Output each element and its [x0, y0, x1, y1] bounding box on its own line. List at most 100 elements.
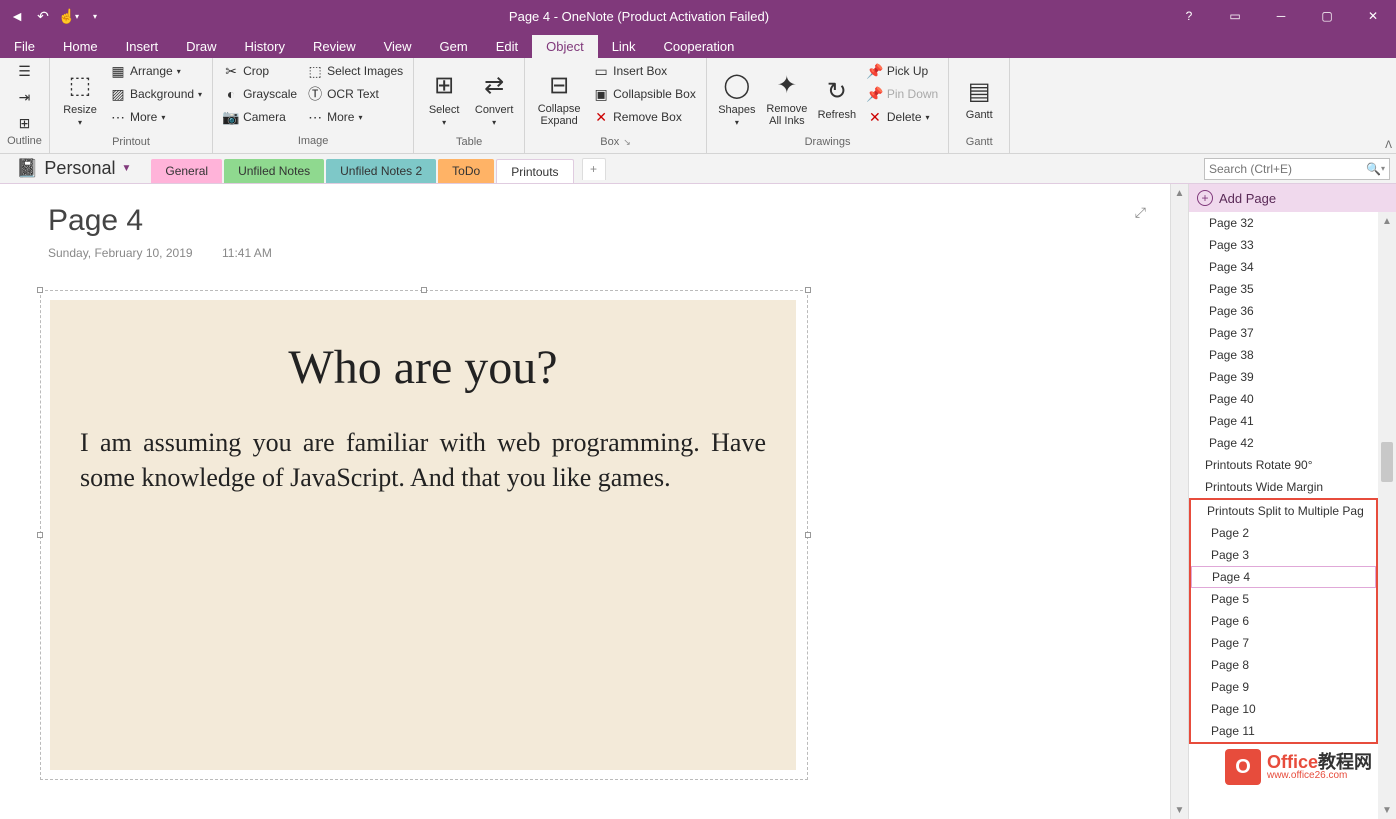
menutab-file[interactable]: File [0, 35, 49, 58]
page-title[interactable]: Page 4 [48, 204, 143, 238]
collapse-expand-button[interactable]: ⊟Collapse Expand [531, 60, 587, 136]
page-item[interactable]: Page 10 [1191, 698, 1376, 720]
search-input[interactable] [1209, 162, 1366, 176]
menutab-gem[interactable]: Gem [426, 35, 482, 58]
page-item[interactable]: Page 35 [1189, 278, 1396, 300]
image-more-button[interactable]: ⋯More ▾ [303, 106, 407, 128]
box-launcher[interactable]: ↘ [623, 137, 631, 147]
title-bar: ◄ ↶ ☝▾ ▾ Page 4 - OneNote (Product Activ… [0, 0, 1396, 32]
menutab-history[interactable]: History [231, 35, 299, 58]
scroll-up[interactable]: ▲ [1378, 212, 1396, 230]
refresh-button[interactable]: ↻Refresh [813, 60, 861, 136]
page-item[interactable]: Page 7 [1191, 632, 1376, 654]
page-item[interactable]: Page 34 [1189, 256, 1396, 278]
canvas-scrollbar[interactable]: ▲ ▼ [1170, 184, 1188, 819]
background-button[interactable]: ▨Background ▾ [106, 83, 206, 105]
menutab-view[interactable]: View [370, 35, 426, 58]
outline-btn2[interactable]: ⇥ [13, 87, 37, 109]
pindown-button[interactable]: 📌Pin Down [863, 83, 942, 105]
grayscale-button[interactable]: ◐Grayscale [219, 83, 301, 105]
shapes-button[interactable]: ◯Shapes▾ [713, 60, 761, 136]
menutab-home[interactable]: Home [49, 35, 112, 58]
close-button[interactable]: ✕ [1350, 0, 1396, 32]
scroll-down[interactable]: ▼ [1378, 801, 1396, 819]
scroll-up[interactable]: ▲ [1171, 184, 1188, 202]
ribbon-display-button[interactable]: ▭ [1212, 0, 1258, 32]
select-images-button[interactable]: ⬚Select Images [303, 60, 407, 82]
page-canvas[interactable]: Page 4 Sunday, February 10, 2019 11:41 A… [0, 184, 1170, 819]
gantt-button[interactable]: ▤Gantt [955, 60, 1003, 136]
undo-button[interactable]: ↶ [32, 5, 54, 27]
menutab-draw[interactable]: Draw [172, 35, 230, 58]
insert-box-button[interactable]: ▭Insert Box [589, 60, 700, 82]
collapse-icon: ⊟ [543, 69, 575, 101]
page-item[interactable]: Page 40 [1189, 388, 1396, 410]
printout-image[interactable]: Who are you? I am assuming you are famil… [50, 300, 796, 770]
camera-button[interactable]: 📷Camera [219, 106, 301, 128]
page-item[interactable]: Page 41 [1189, 410, 1396, 432]
add-page-button[interactable]: + Add Page [1189, 184, 1396, 212]
ocr-button[interactable]: ⓉOCR Text [303, 83, 407, 105]
outline-btn1[interactable]: ☰ [13, 61, 37, 83]
page-item[interactable]: Page 9 [1191, 676, 1376, 698]
page-item[interactable]: Page 38 [1189, 344, 1396, 366]
section-tab[interactable]: Unfiled Notes 2 [326, 159, 436, 183]
menutab-cooperation[interactable]: Cooperation [650, 35, 749, 58]
remove-inks-button[interactable]: ✦Remove All Inks [763, 60, 811, 136]
page-item[interactable]: Printouts Wide Margin [1189, 476, 1396, 498]
page-item[interactable]: Page 36 [1189, 300, 1396, 322]
remove-box-button[interactable]: ✕Remove Box [589, 106, 700, 128]
watermark-url: www.office26.com [1267, 771, 1372, 781]
page-item[interactable]: Page 6 [1191, 610, 1376, 632]
help-button[interactable]: ? [1166, 0, 1212, 32]
section-tab[interactable]: General [151, 159, 222, 183]
printout-more-button[interactable]: ⋯More ▾ [106, 106, 206, 128]
search-box[interactable]: 🔍▾ [1204, 158, 1390, 180]
page-item[interactable]: Page 32 [1189, 212, 1396, 234]
page-item[interactable]: Page 8 [1191, 654, 1376, 676]
page-item[interactable]: Page 37 [1189, 322, 1396, 344]
add-section-button[interactable]: + [582, 158, 606, 180]
menutab-insert[interactable]: Insert [112, 35, 173, 58]
collapsible-box-button[interactable]: ▣Collapsible Box [589, 83, 700, 105]
menutab-review[interactable]: Review [299, 35, 370, 58]
section-tab[interactable]: ToDo [438, 159, 494, 183]
crop-button[interactable]: ✂Crop [219, 60, 301, 82]
pickup-button[interactable]: 📌Pick Up [863, 60, 942, 82]
page-item[interactable]: Page 11 [1191, 720, 1376, 742]
page-item[interactable]: Page 3 [1191, 544, 1376, 566]
menutab-link[interactable]: Link [598, 35, 650, 58]
qat-customize-button[interactable]: ▾ [84, 5, 106, 27]
page-item[interactable]: Printouts Split to Multiple Pag [1191, 500, 1376, 522]
maximize-button[interactable]: ▢ [1304, 0, 1350, 32]
page-item[interactable]: Page 4 [1191, 566, 1376, 588]
page-item[interactable]: Page 2 [1191, 522, 1376, 544]
page-item[interactable]: Page 5 [1191, 588, 1376, 610]
group-label: Drawings [713, 136, 942, 151]
notebook-selector[interactable]: 📓 Personal ▼ [6, 158, 141, 179]
page-item[interactable]: Page 39 [1189, 366, 1396, 388]
page-item[interactable]: Page 33 [1189, 234, 1396, 256]
touch-mode-button[interactable]: ☝▾ [58, 5, 80, 27]
section-tab[interactable]: Printouts [496, 159, 573, 183]
scroll-thumb[interactable] [1381, 442, 1393, 482]
ribbon-collapse-button[interactable]: ᐱ [1385, 140, 1392, 151]
more-icon: ⋯ [307, 109, 323, 125]
menutab-edit[interactable]: Edit [482, 35, 532, 58]
resize-button[interactable]: ⬚Resize▾ [56, 60, 104, 136]
menutab-object[interactable]: Object [532, 35, 598, 58]
expand-icon[interactable]: ⤢ [1135, 204, 1146, 221]
outline-btn3[interactable]: ⊞ [13, 113, 37, 135]
delete-button[interactable]: ✕Delete ▾ [863, 106, 942, 128]
scroll-down[interactable]: ▼ [1171, 801, 1188, 819]
section-tab[interactable]: Unfiled Notes [224, 159, 324, 183]
pagelist-scrollbar[interactable]: ▲ ▼ [1378, 212, 1396, 819]
page-item[interactable]: Printouts Rotate 90° [1189, 454, 1396, 476]
table-convert-button[interactable]: ⇄Convert▾ [470, 60, 518, 136]
minimize-button[interactable]: ─ [1258, 0, 1304, 32]
arrange-button[interactable]: ▦Arrange ▾ [106, 60, 206, 82]
menu-tabs: FileHomeInsertDrawHistoryReviewViewGemEd… [0, 32, 1396, 58]
back-button[interactable]: ◄ [6, 5, 28, 27]
page-item[interactable]: Page 42 [1189, 432, 1396, 454]
table-select-button[interactable]: ⊞Select▾ [420, 60, 468, 136]
